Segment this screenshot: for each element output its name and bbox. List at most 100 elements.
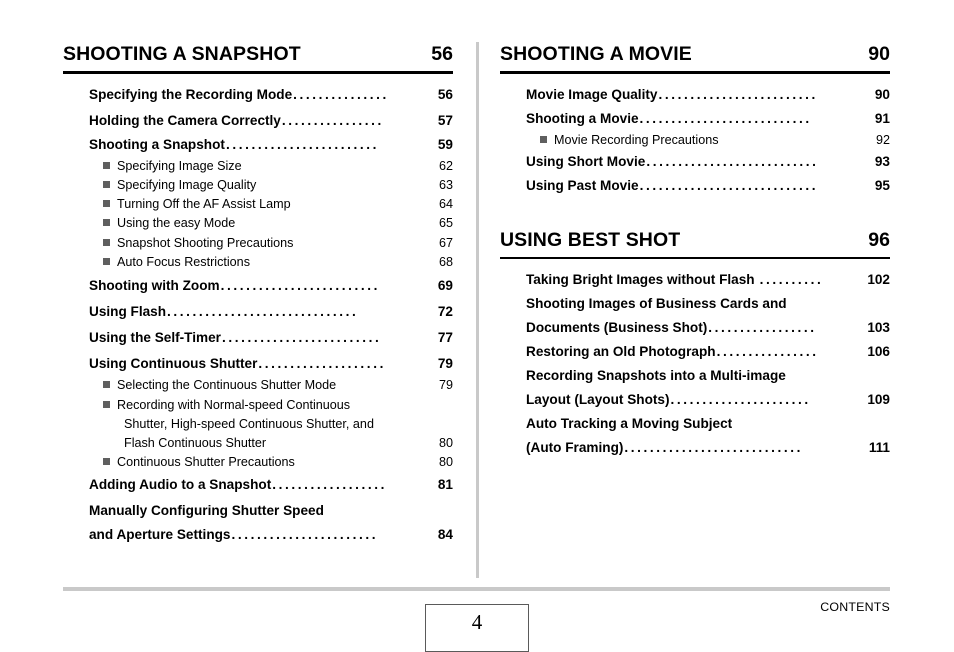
toc-entry[interactable]: Auto Tracking a Moving Subject [526,412,890,436]
chapter-page-number: 96 [868,228,890,251]
toc-subentry[interactable]: Auto Focus Restrictions 68 [89,253,453,272]
toc-entry[interactable]: Specifying the Recording Mode...........… [89,83,453,107]
toc-subentry-page: 80 [438,436,453,451]
chapter-title: SHOOTING A SNAPSHOT [63,43,301,65]
page-number-box: 4 [425,604,529,652]
toc-subentry[interactable]: Selecting the Continuous Shutter Mode 79 [89,376,453,395]
toc-entry[interactable]: Restoring an Old Photograph.............… [526,340,890,364]
dot-leader: ......................... [658,86,818,102]
dot-leader: ............................ [624,440,803,456]
chapter-heading: SHOOTING A MOVIE 90 [500,42,890,74]
chapter-entry-list: Taking Bright Images without Flash......… [500,268,890,460]
toc-entry-label: Adding Audio to a Snapshot [89,476,272,492]
dot-leader: .................. [272,476,388,492]
bullet-square-icon [103,238,110,246]
toc-entry-page: 103 [867,320,890,336]
toc-entry-label: Using Short Movie [526,153,646,169]
toc-subentry[interactable]: Specifying Image Size 62 [89,157,453,176]
dot-leader: ................ [716,344,819,360]
toc-entry[interactable]: Using the Self-Timer....................… [89,326,453,350]
toc-subentry-label: Continuous Shutter Precautions [117,455,295,470]
toc-subentry-label: Selecting the Continuous Shutter Mode [117,378,337,393]
toc-subentry-label: Movie Recording Precautions [554,132,719,147]
chapter-entry-list: Specifying the Recording Mode...........… [63,83,453,547]
bullet-square-icon [103,381,110,389]
toc-entry-label: Using Continuous Shutter [89,356,258,372]
dot-leader: ......................... [221,330,382,346]
toc-entry-page: 93 [874,153,890,169]
toc-entry[interactable]: Documents (Business Shot)...............… [526,316,890,340]
toc-entry-page: 56 [437,86,453,102]
toc-subentry-label: Shutter, High-speed Continuous Shutter, … [124,416,374,431]
bullet-square-icon [103,161,110,169]
toc-entry[interactable]: Using Flash.............................… [89,300,453,324]
chapter-heading-row: SHOOTING A SNAPSHOT 56 [63,42,453,67]
toc-entry-label: Using the Self-Timer [89,330,221,346]
toc-entry[interactable]: Shooting a Movie........................… [526,107,890,131]
toc-subentry-label: Turning Off the AF Assist Lamp [117,197,291,212]
chapter-underline [500,256,890,260]
chapter-underline [63,71,453,74]
dot-leader: ........................... [646,153,819,169]
chapter-heading: SHOOTING A SNAPSHOT 56 [63,42,453,74]
toc-entry[interactable]: Adding Audio to a Snapshot..............… [89,473,453,497]
chapter-title: USING BEST SHOT [500,228,681,251]
toc-entry-page: 106 [867,344,890,360]
toc-entry[interactable]: Recording Snapshots into a Multi-image [526,364,890,388]
toc-subentry-label: Recording with Normal-speed Continuous [117,397,351,412]
toc-entry[interactable]: Using Continuous Shutter................… [89,352,453,376]
toc-subentry[interactable]: Using the easy Mode 65 [89,214,453,233]
dot-leader: .............................. [167,304,359,320]
toc-entry-page: 111 [868,440,890,456]
toc-entry[interactable]: Layout (Layout Shots)...................… [526,388,890,412]
toc-entry-label: Holding the Camera Correctly [89,112,281,128]
toc-entry-label: Using Flash [89,304,167,320]
toc-entry[interactable]: Using Short Movie.......................… [526,150,890,174]
toc-entry[interactable]: Manually Configuring Shutter Speed [89,499,453,523]
toc-entry[interactable]: Shooting Images of Business Cards and [526,292,890,316]
bullet-square-icon [103,400,110,408]
toc-entry[interactable]: Movie Image Quality.....................… [526,83,890,107]
toc-entry[interactable]: Shooting with Zoom......................… [89,274,453,298]
toc-subentry-continuation: Shutter, High-speed Continuous Shutter, … [89,415,453,434]
toc-subentry[interactable]: Recording with Normal-speed Continuous [89,396,453,415]
toc-entry[interactable]: (Auto Framing)..........................… [526,436,890,460]
chapter-heading: USING BEST SHOT 96 [500,228,890,260]
dot-leader: .......... [759,272,824,288]
toc-entry[interactable]: Shooting a Snapshot.....................… [89,133,453,157]
toc-subentry[interactable]: Turning Off the AF Assist Lamp 64 [89,195,453,214]
toc-entry-page: 84 [437,526,453,542]
toc-entry-page: 77 [437,330,453,346]
dot-leader: ...................... [670,392,811,408]
toc-subentry-page: 80 [438,455,453,470]
toc-subentry[interactable]: Specifying Image Quality 63 [89,176,453,195]
toc-subentry-continuation: Flash Continuous Shutter 80 [89,434,453,453]
toc-subentry[interactable]: Snapshot Shooting Precautions 67 [89,234,453,253]
toc-subentry[interactable]: Movie Recording Precautions 92 [526,131,890,150]
toc-subentry-page: 79 [438,378,453,393]
toc-entry-label: Shooting with Zoom [89,278,220,294]
footer-contents-label: CONTENTS [820,600,890,614]
chapter-heading-row: USING BEST SHOT 96 [500,228,890,253]
toc-entry-label: (Auto Framing) [526,440,624,456]
toc-subentry-label: Snapshot Shooting Precautions [117,235,294,250]
toc-entry-page: 81 [437,476,453,492]
toc-subentry-label: Using the easy Mode [117,216,236,231]
dot-leader: ......................... [220,278,381,294]
toc-entry-label: Layout (Layout Shots) [526,392,670,408]
toc-entry-page: 69 [437,278,453,294]
toc-subentry-page: 63 [438,177,453,192]
toc-entry-label: Restoring an Old Photograph [526,344,716,360]
toc-entry-label: Using Past Movie [526,177,639,193]
toc-subentry[interactable]: Continuous Shutter Precautions 80 [89,453,453,472]
toc-column-right: SHOOTING A MOVIE 90 Movie Image Quality...… [500,42,890,460]
toc-entry[interactable]: Holding the Camera Correctly............… [89,109,453,133]
toc-subentry-label: Auto Focus Restrictions [117,254,250,269]
dot-leader: ................ [281,112,384,128]
bullet-square-icon [103,180,110,188]
toc-entry[interactable]: and Aperture Settings...................… [89,523,453,547]
toc-entry[interactable]: Using Past Movie........................… [526,174,890,198]
toc-entry-page: 72 [437,304,453,320]
toc-entry[interactable]: Taking Bright Images without Flash......… [526,268,890,292]
toc-entry-page: 91 [874,110,890,126]
